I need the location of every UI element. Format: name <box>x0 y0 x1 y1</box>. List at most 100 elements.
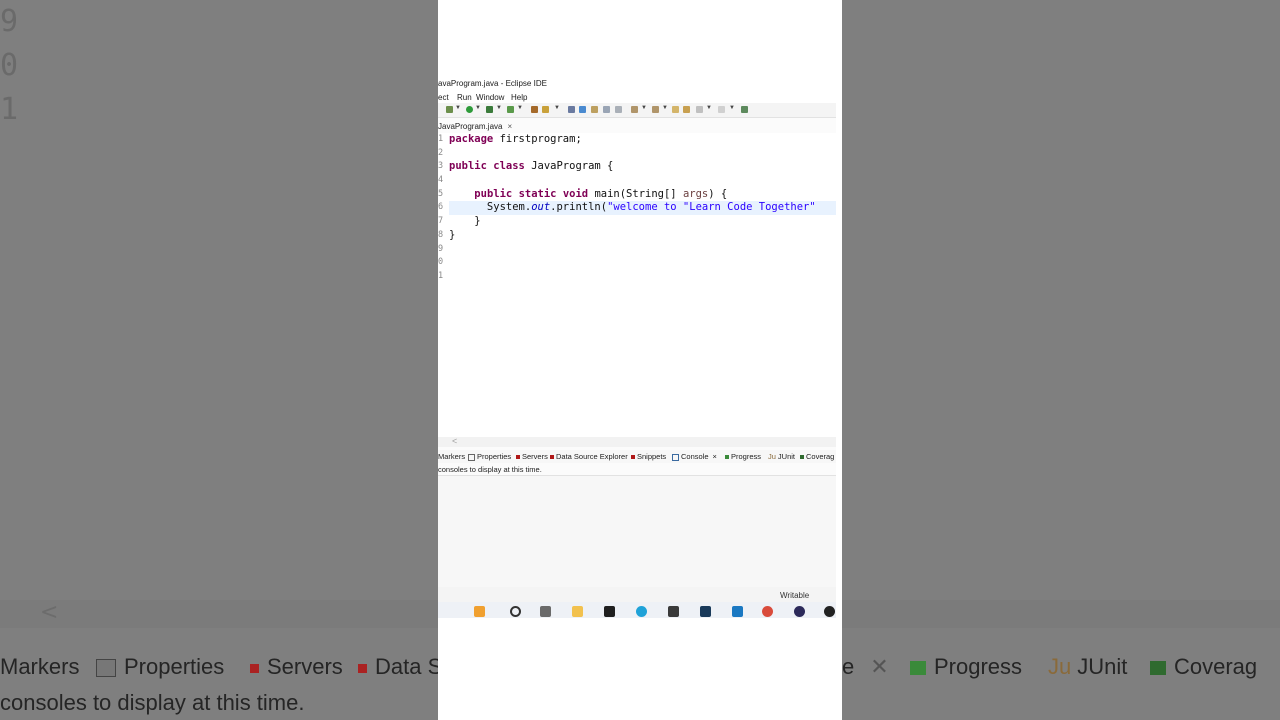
code-text: firstprogram; <box>493 133 582 145</box>
tab-coverage[interactable]: Coverag <box>800 452 834 461</box>
chevron-down-icon[interactable]: ▼ <box>496 105 502 111</box>
background-scroll-left-icon: < <box>40 600 59 625</box>
open-type-icon[interactable] <box>542 106 549 113</box>
new-java-project-icon[interactable] <box>531 106 538 113</box>
code-line: package firstprogram; <box>449 133 836 147</box>
search-icon[interactable] <box>510 606 521 617</box>
code-text: main(String[] <box>588 187 683 200</box>
forward-history-icon[interactable] <box>718 106 725 113</box>
background-tab-label: e <box>842 654 855 679</box>
background-tab-markers: Markers <box>0 654 80 679</box>
background-tab-label: Data S <box>375 654 443 679</box>
progress-icon <box>910 661 926 676</box>
chevron-down-icon[interactable]: ▼ <box>706 105 712 111</box>
tab-label: Console <box>681 452 709 461</box>
video-frame: avaProgram.java - Eclipse IDE ect Run Wi… <box>438 0 842 720</box>
chevron-down-icon[interactable]: ▼ <box>475 105 481 111</box>
background-tab-label: Servers <box>267 654 343 679</box>
tab-label: JUnit <box>777 452 796 461</box>
code-line: public class JavaProgram { <box>449 160 836 174</box>
windows-taskbar <box>438 602 836 618</box>
tab-data-source-explorer[interactable]: Data Source Explorer <box>550 452 628 461</box>
code-line: } <box>449 228 456 241</box>
eclipse-icon[interactable] <box>794 606 805 617</box>
app-icon[interactable] <box>824 606 835 617</box>
tab-snippets[interactable]: Snippets <box>631 452 666 461</box>
mail-icon[interactable] <box>732 606 743 617</box>
chevron-down-icon[interactable]: ▼ <box>517 105 523 111</box>
editor-tab-javaprogram[interactable]: JavaProgram.java × <box>438 122 512 131</box>
file-explorer-icon[interactable] <box>572 606 583 617</box>
next-annotation-icon[interactable] <box>631 106 638 113</box>
menu-item-project[interactable]: ect <box>438 93 449 102</box>
editor-horizontal-scrollbar[interactable]: < <box>438 436 836 447</box>
tab-label: Properties <box>477 452 512 461</box>
task-view-icon[interactable] <box>540 606 551 617</box>
toggle-mark-icon[interactable] <box>579 106 586 113</box>
toolbar: ▼ ▼ ▼ ▼ ▼ ▼ ▼ ▼ ▼ <box>438 103 836 118</box>
tab-servers[interactable]: Servers <box>516 452 548 461</box>
code-parameter: args <box>682 187 709 200</box>
tab-console[interactable]: Console × <box>672 452 717 461</box>
tab-junit[interactable]: Ju JUnit <box>768 452 795 461</box>
code-editor[interactable]: 1 2 3 4 5 6 7 8 9 0 1 package firstprogr… <box>438 133 836 437</box>
last-edit-icon[interactable] <box>672 106 679 113</box>
editor-tab-bar: JavaProgram.java × <box>438 120 836 134</box>
scroll-left-icon[interactable]: < <box>452 436 457 446</box>
external-tools-icon[interactable] <box>507 106 514 113</box>
code-text: System. <box>449 201 532 214</box>
edge-icon[interactable] <box>636 606 647 617</box>
menu-bar: ect Run Window Help <box>438 90 836 103</box>
search-icon[interactable] <box>568 106 575 113</box>
dropbox-icon[interactable] <box>604 606 615 617</box>
block-selection-icon[interactable] <box>603 106 610 113</box>
widgets-icon[interactable] <box>474 606 485 617</box>
forward-icon[interactable] <box>696 106 703 113</box>
progress-icon <box>725 455 729 460</box>
debug-icon[interactable] <box>446 106 453 113</box>
chevron-down-icon[interactable]: ▼ <box>455 105 461 111</box>
chevron-down-icon[interactable]: ▼ <box>641 105 647 111</box>
keyword: class <box>493 160 525 173</box>
chevron-down-icon[interactable]: ▼ <box>729 105 735 111</box>
chevron-down-icon[interactable]: ▼ <box>662 105 668 111</box>
open-perspective-icon[interactable] <box>741 106 748 113</box>
properties-icon <box>96 659 116 678</box>
line-number: 5 <box>438 188 444 199</box>
coverage-run-icon[interactable] <box>486 106 493 113</box>
menu-item-window[interactable]: Window <box>476 93 504 102</box>
junit-icon: Ju <box>1048 654 1072 679</box>
console-area[interactable] <box>438 475 836 588</box>
whitespace-icon[interactable] <box>615 106 622 113</box>
chevron-down-icon[interactable]: ▼ <box>554 105 560 111</box>
keyword: public <box>449 160 487 173</box>
keyword: void <box>562 187 589 200</box>
line-number: 1 <box>438 134 444 144</box>
annotation-icon[interactable] <box>591 106 598 113</box>
close-icon[interactable]: × <box>507 122 512 131</box>
status-bar: Writable <box>438 587 836 602</box>
line-number: 7 <box>438 216 444 227</box>
background-tab-servers: Servers <box>250 654 343 680</box>
code-text: ) { <box>708 187 728 200</box>
store-icon[interactable] <box>668 606 679 617</box>
code-string: "welcome to "Learn Code Together" <box>607 201 816 214</box>
close-icon[interactable]: × <box>713 452 717 461</box>
junit-icon: Ju <box>768 452 776 461</box>
menu-item-help[interactable]: Help <box>511 93 527 102</box>
previous-annotation-icon[interactable] <box>652 106 659 113</box>
back-icon[interactable] <box>683 106 690 113</box>
code-line-current: System.out.println("welcome to "Learn Co… <box>449 201 836 216</box>
line-number: 2 <box>438 147 444 158</box>
editor-tab-label: JavaProgram.java <box>438 122 503 131</box>
tab-progress[interactable]: Progress <box>725 452 761 461</box>
tab-markers[interactable]: Markers <box>438 452 465 461</box>
tab-properties[interactable]: Properties <box>468 452 511 461</box>
vscode-icon[interactable] <box>700 606 711 617</box>
run-icon[interactable] <box>466 106 473 113</box>
line-number: 0 <box>438 257 444 268</box>
chrome-icon[interactable] <box>762 606 773 617</box>
menu-item-run[interactable]: Run <box>457 93 472 102</box>
